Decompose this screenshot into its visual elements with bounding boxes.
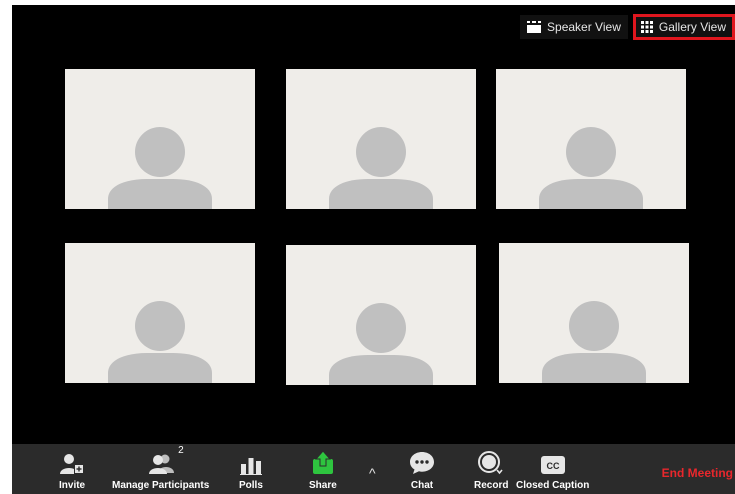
gallery-view-label: Gallery View [658,20,726,34]
avatar-placeholder-icon [329,127,433,209]
share-button[interactable]: Share [309,449,337,491]
avatar-placeholder-icon [329,303,433,385]
manage-participants-button[interactable]: 2 Manage Participants [112,445,210,491]
polls-icon [239,449,262,475]
avatar-placeholder-icon [542,301,646,383]
invite-button[interactable]: Invite [59,449,85,491]
share-options-chevron-up-icon[interactable]: ^ [369,465,376,481]
share-label: Share [309,480,337,491]
polls-button[interactable]: Polls [239,449,263,491]
manage-participants-label: Manage Participants [112,480,210,491]
participant-tile[interactable] [496,69,686,209]
gallery-view-button[interactable]: Gallery View [632,14,735,40]
speaker-view-icon [527,21,542,33]
avatar-placeholder-icon [108,301,212,383]
participant-tile[interactable] [65,243,255,383]
participant-tile[interactable] [499,243,689,383]
view-switcher: Speaker View Gallery View [520,14,735,41]
end-meeting-button[interactable]: End Meeting [662,466,733,480]
participant-tile[interactable] [286,245,476,385]
meeting-toolbar: Invite 2 Manage Participants Polls Share… [12,444,735,494]
closed-caption-icon: CC [540,449,566,475]
avatar-placeholder-icon [539,127,643,209]
participant-tile[interactable] [286,69,476,209]
speaker-view-label: Speaker View [547,20,621,34]
participant-count-badge: 2 [178,445,184,456]
record-icon [478,449,504,475]
svg-text:CC: CC [546,461,559,471]
record-button[interactable]: Record [474,449,508,491]
polls-label: Polls [239,480,263,491]
participants-icon: 2 [148,445,184,475]
closed-caption-label: Closed Caption [516,480,590,491]
invite-label: Invite [59,480,86,491]
meeting-window: Speaker View Gallery View Invite 2 Manag… [12,5,735,494]
speaker-view-button[interactable]: Speaker View [520,15,628,39]
avatar-placeholder-icon [108,127,212,209]
chat-icon [410,449,434,475]
chat-button[interactable]: Chat [410,449,434,491]
share-icon [311,449,335,475]
closed-caption-button[interactable]: CC Closed Caption [516,449,589,491]
participant-tile[interactable] [65,69,255,209]
chat-label: Chat [410,480,434,491]
record-label: Record [474,480,509,491]
gallery-view-icon [640,21,653,33]
invite-icon [60,449,85,475]
